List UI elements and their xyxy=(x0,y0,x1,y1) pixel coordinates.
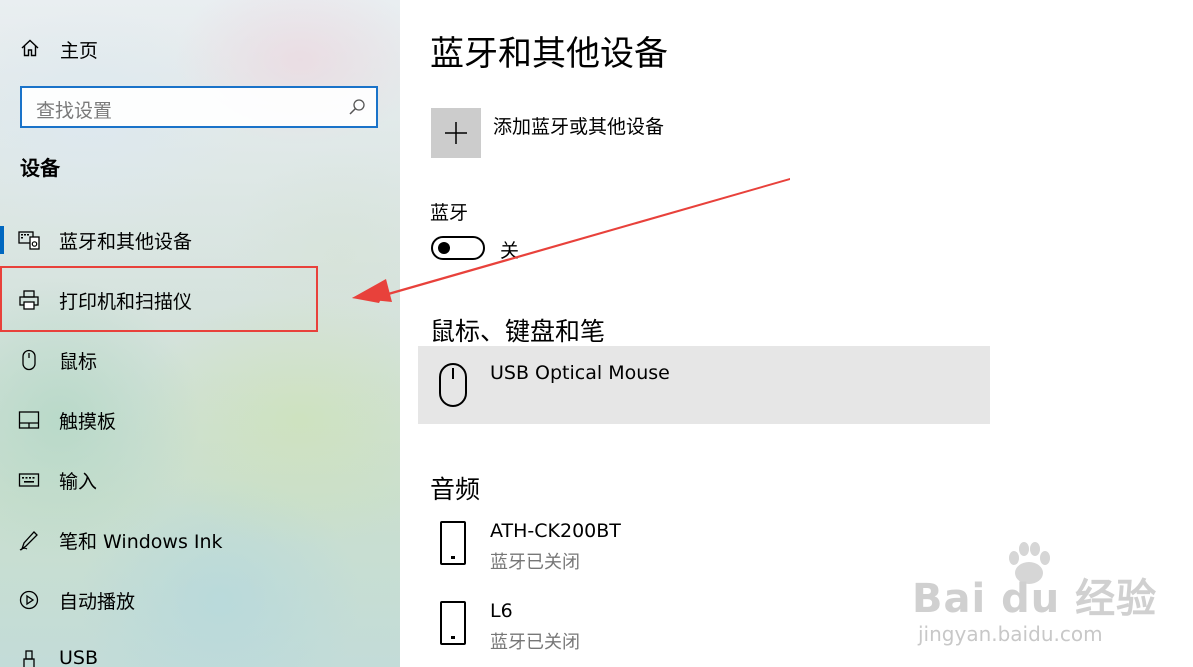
bluetooth-toggle[interactable] xyxy=(431,236,485,260)
device-name: ATH-CK200BT xyxy=(490,520,621,542)
search-icon[interactable] xyxy=(348,98,366,116)
bluetooth-state-label: 关 xyxy=(500,240,520,262)
search-box[interactable]: 查找设置 xyxy=(20,86,378,128)
sidebar-item-label: 触摸板 xyxy=(59,411,117,433)
sidebar-item-label: 蓝牙和其他设备 xyxy=(59,231,193,253)
sidebar-item-pen[interactable]: 笔和 Windows Ink xyxy=(0,512,400,568)
sidebar-item-touchpad[interactable]: 触摸板 xyxy=(0,392,400,448)
section-title: 设备 xyxy=(20,156,60,180)
plus-icon xyxy=(445,122,467,144)
section-mouse-keyboard-pen: 鼠标、键盘和笔 xyxy=(430,317,606,346)
nav-home[interactable]: 主页 xyxy=(0,28,400,68)
home-icon xyxy=(21,39,39,57)
device-item-usb-mouse[interactable]: USB Optical Mouse xyxy=(418,346,990,424)
search-input[interactable]: 查找设置 xyxy=(36,96,112,123)
add-device-label[interactable]: 添加蓝牙或其他设备 xyxy=(493,112,664,139)
device-item-l6[interactable]: L6 蓝牙已关闭 xyxy=(418,584,990,662)
device-name: USB Optical Mouse xyxy=(490,362,670,384)
device-name: L6 xyxy=(490,600,513,622)
sidebar-item-label: 自动播放 xyxy=(59,591,136,613)
sidebar: 主页 查找设置 设备 蓝牙和其他设备 打印机和扫描仪 鼠标 触摸板 输入 笔和 … xyxy=(0,0,400,667)
section-audio: 音频 xyxy=(430,475,481,504)
device-status: 蓝牙已关闭 xyxy=(490,632,580,653)
sidebar-item-label: USB xyxy=(59,647,99,667)
sidebar-item-usb[interactable]: USB xyxy=(0,632,400,667)
sidebar-item-label: 输入 xyxy=(59,471,98,493)
add-device-button[interactable] xyxy=(431,108,481,158)
device-item-ath-ck200bt[interactable]: ATH-CK200BT 蓝牙已关闭 xyxy=(418,504,990,582)
toggle-knob xyxy=(438,242,450,254)
usb-icon xyxy=(23,650,35,667)
pen-icon xyxy=(19,531,38,551)
bluetooth-devices-icon xyxy=(18,231,40,250)
keyboard-icon xyxy=(18,473,40,487)
main-content: 蓝牙和其他设备 添加蓝牙或其他设备 蓝牙 关 鼠标、键盘和笔 USB Optic… xyxy=(400,0,1193,667)
sidebar-item-printers[interactable]: 打印机和扫描仪 xyxy=(0,272,400,328)
page-title: 蓝牙和其他设备 xyxy=(430,34,668,74)
sidebar-item-mouse[interactable]: 鼠标 xyxy=(0,332,400,388)
device-status: 蓝牙已关闭 xyxy=(490,552,580,573)
sidebar-item-label: 笔和 Windows Ink xyxy=(59,531,223,553)
phone-device-icon xyxy=(440,521,466,565)
nav-home-label: 主页 xyxy=(60,40,99,62)
mouse-icon xyxy=(439,363,467,407)
mouse-icon xyxy=(22,349,36,371)
touchpad-icon xyxy=(18,411,40,429)
sidebar-item-label: 鼠标 xyxy=(59,351,98,373)
autoplay-icon xyxy=(19,590,39,610)
phone-device-icon xyxy=(440,601,466,645)
printer-icon xyxy=(19,290,39,310)
sidebar-item-typing[interactable]: 输入 xyxy=(0,452,400,508)
sidebar-item-bluetooth[interactable]: 蓝牙和其他设备 xyxy=(0,212,400,268)
bluetooth-title: 蓝牙 xyxy=(430,202,469,224)
sidebar-item-label: 打印机和扫描仪 xyxy=(59,291,193,313)
sidebar-item-autoplay[interactable]: 自动播放 xyxy=(0,572,400,628)
